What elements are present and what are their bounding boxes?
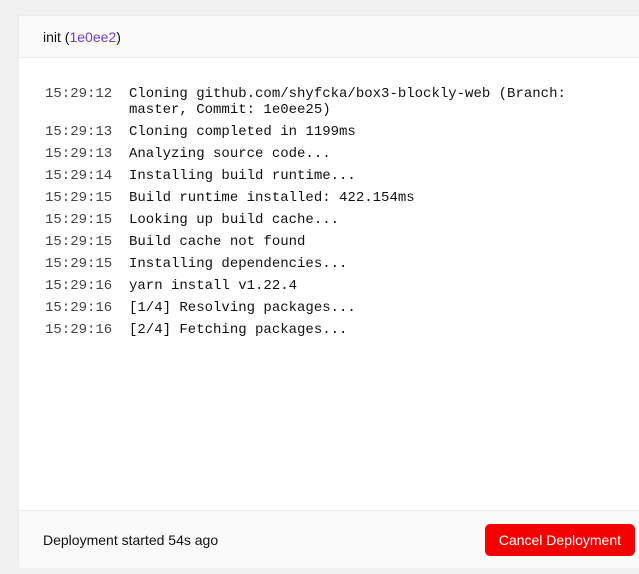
log-row: 15:29:16 yarn install v1.22.4 (19, 278, 639, 294)
log-message: Installing dependencies... (129, 256, 348, 272)
log-timestamp: 15:29:15 (45, 190, 113, 206)
log-row: 15:29:16 [2/4] Fetching packages... (19, 322, 639, 338)
deployment-header: init (1e0ee2) (19, 16, 639, 58)
log-timestamp: 15:29:16 (45, 278, 113, 294)
log-timestamp: 15:29:15 (45, 256, 113, 272)
log-row: 15:29:16 [1/4] Resolving packages... (19, 300, 639, 316)
log-message: Installing build runtime... (129, 168, 356, 184)
log-timestamp: 15:29:13 (45, 124, 113, 140)
commit-close-paren: ) (116, 28, 121, 45)
log-message: Cloning github.com/shyfcka/box3-blockly-… (129, 86, 566, 118)
log-row: 15:29:15 Build cache not found (19, 234, 639, 250)
log-message: [2/4] Fetching packages... (129, 322, 348, 338)
log-timestamp: 15:29:15 (45, 212, 113, 228)
commit-hash-link[interactable]: 1e0ee2 (69, 29, 116, 45)
log-message: Build cache not found (129, 234, 306, 250)
log-timestamp: 15:29:16 (45, 300, 113, 316)
log-message: yarn install v1.22.4 (129, 278, 298, 294)
log-row: 15:29:15 Build runtime installed: 422.15… (19, 190, 639, 206)
deployment-footer: Deployment started 54s ago Cancel Deploy… (19, 510, 639, 568)
log-row: 15:29:13 Analyzing source code... (19, 146, 639, 162)
deployment-status-text: Deployment started 54s ago (43, 531, 219, 548)
log-message: Looking up build cache... (129, 212, 340, 228)
log-message: Build runtime installed: 422.154ms (129, 190, 415, 206)
log-row: 15:29:15 Installing dependencies... (19, 256, 639, 272)
build-log: 15:29:12 Cloning github.com/shyfcka/box3… (19, 58, 639, 344)
log-message: Cloning completed in 1199ms (129, 124, 356, 140)
log-message: [1/4] Resolving packages... (129, 300, 356, 316)
log-row: 15:29:14 Installing build runtime... (19, 168, 639, 184)
log-timestamp: 15:29:16 (45, 322, 113, 338)
log-timestamp: 15:29:14 (45, 168, 113, 184)
deployment-panel: init (1e0ee2) 15:29:12 Cloning github.co… (19, 16, 639, 568)
log-message: Analyzing source code... (129, 146, 331, 162)
log-row: 15:29:13 Cloning completed in 1199ms (19, 124, 639, 140)
log-timestamp: 15:29:15 (45, 234, 113, 250)
log-row: 15:29:12 Cloning github.com/shyfcka/box3… (19, 86, 639, 118)
log-row: 15:29:15 Looking up build cache... (19, 212, 639, 228)
deployment-title: init (43, 28, 61, 45)
cancel-deployment-button[interactable]: Cancel Deployment (484, 523, 635, 556)
log-timestamp: 15:29:12 (45, 86, 113, 102)
log-timestamp: 15:29:13 (45, 146, 113, 162)
